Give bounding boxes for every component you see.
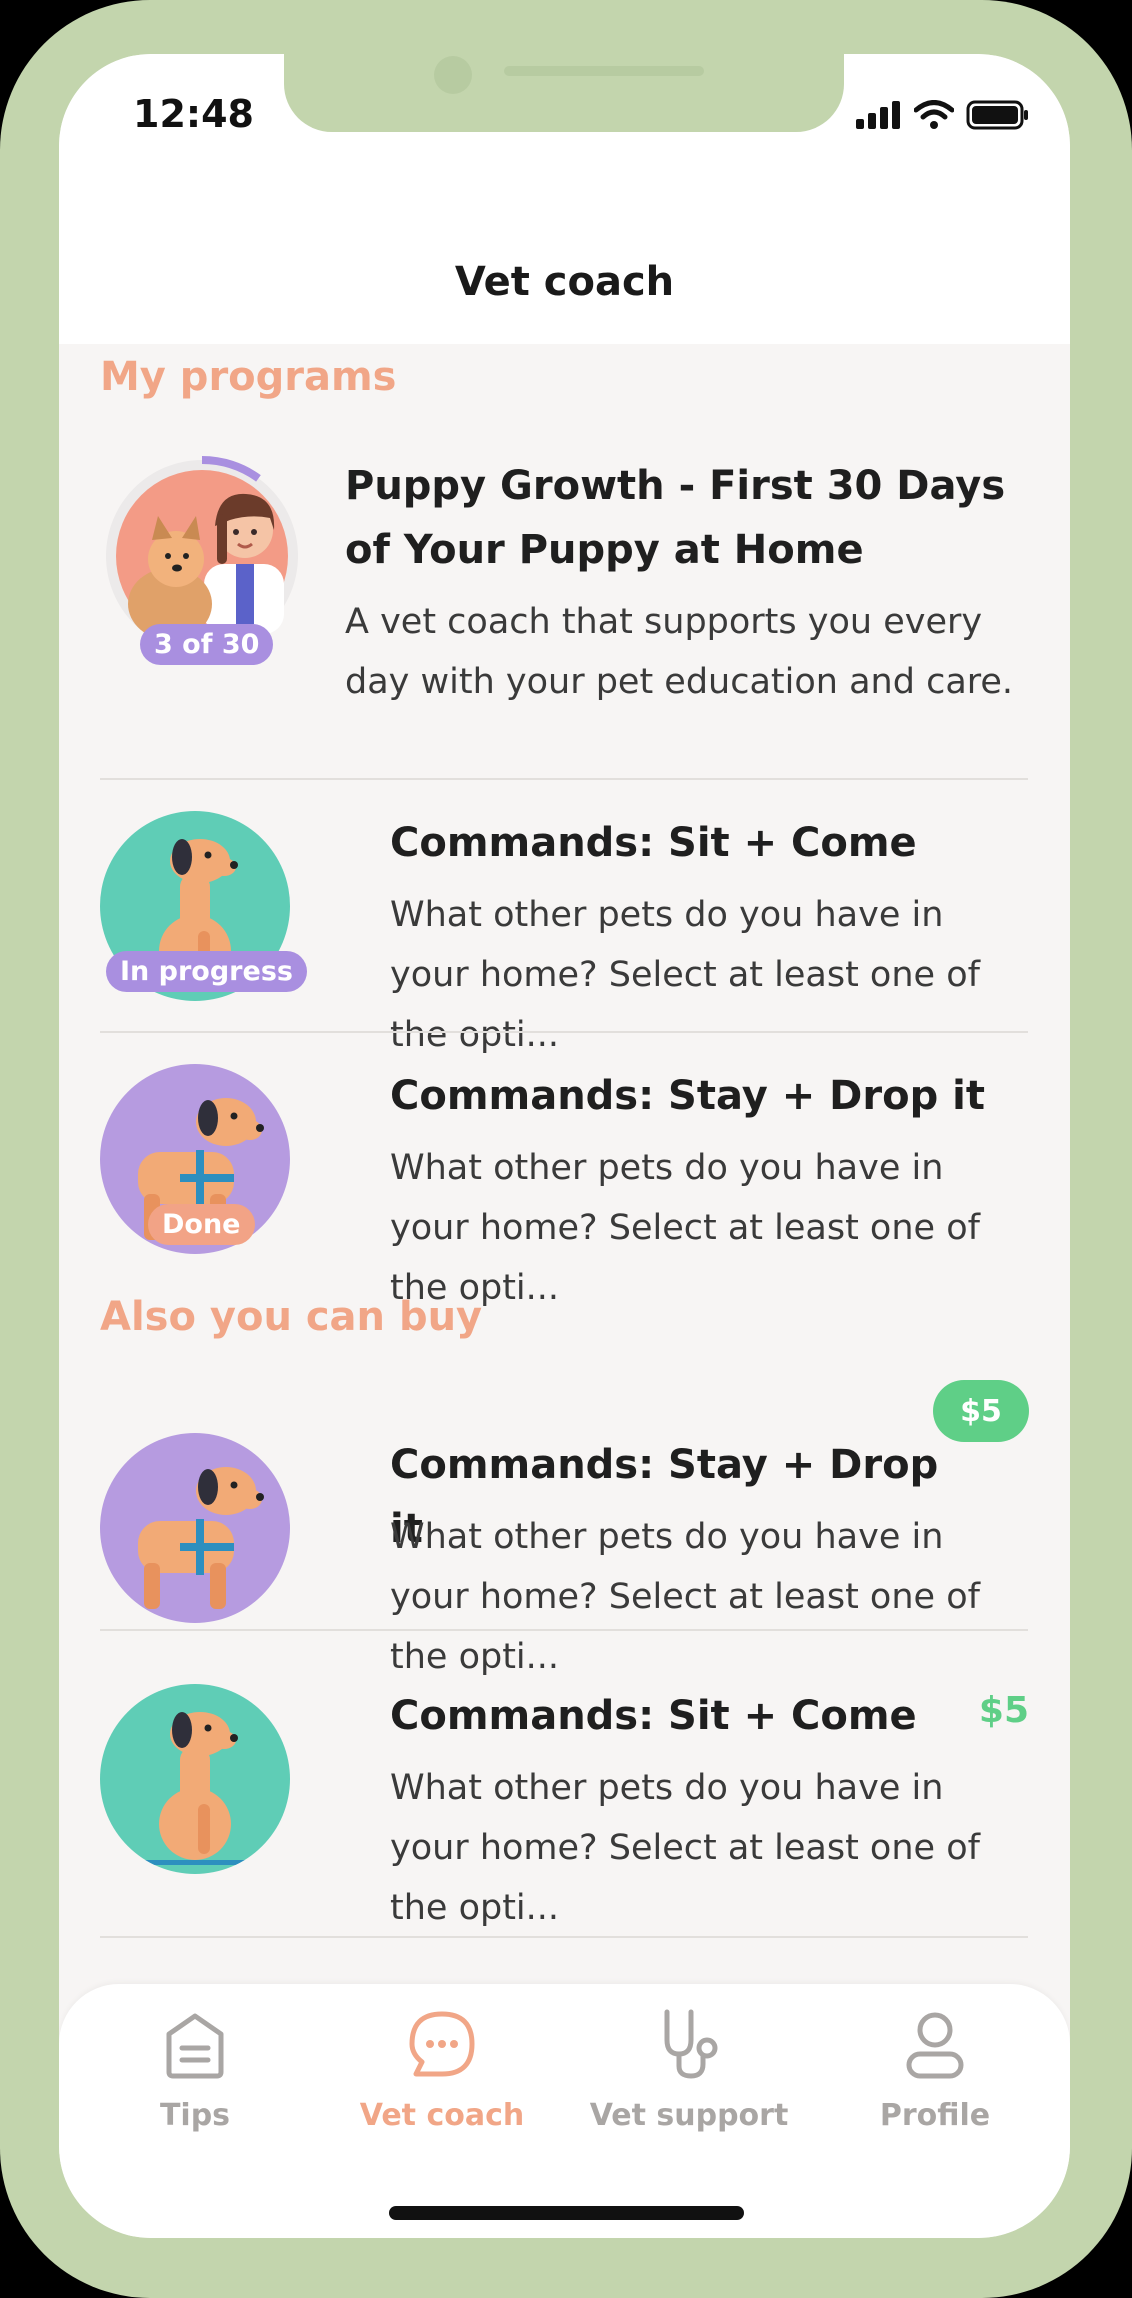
program-title: Commands: Stay + Drop it: [390, 1073, 985, 1119]
phone-screen: 12:48 Vet coach My programs 3 of 30 Pupp…: [59, 54, 1070, 2238]
stethoscope-icon: [664, 2009, 718, 2079]
shop-card-sit-come[interactable]: Commands: Sit + Come What other pets do …: [100, 1684, 1028, 1934]
page-title: Vet coach: [454, 259, 675, 305]
status-time: 12:48: [133, 92, 254, 136]
battery-icon: [966, 100, 1028, 130]
status-icons: [856, 100, 1030, 130]
program-progress-badge: 3 of 30: [140, 624, 274, 665]
price-badge[interactable]: $5: [933, 1380, 1029, 1442]
signal-icon: [856, 101, 900, 129]
program-card-puppy-growth[interactable]: 3 of 30 Puppy Growth - First 30 Days of …: [100, 454, 1028, 774]
divider: [100, 1629, 1028, 1631]
sitting-dog-illustration: [142, 1712, 248, 1865]
program-status-badge: In progress: [106, 951, 307, 992]
shop-avatar: [100, 1433, 290, 1623]
standing-dog-illustration: [138, 1467, 264, 1609]
profile-icon: [906, 2012, 964, 2079]
tips-icon: [166, 2013, 224, 2079]
program-avatar: 3 of 30: [100, 454, 305, 665]
chat-icon: [409, 2011, 475, 2077]
divider: [100, 778, 1028, 780]
program-card-sit-come[interactable]: In progress Commands: Sit + Come What ot…: [100, 811, 1028, 1055]
price-label[interactable]: $5: [979, 1690, 1029, 1731]
tab-profile[interactable]: Profile: [835, 2004, 1035, 2133]
section-title-my-programs: My programs: [100, 354, 397, 400]
tab-label: Vet support: [589, 2098, 789, 2133]
tab-label: Tips: [159, 2098, 231, 2133]
program-description: What other pets do you have in your home…: [390, 895, 980, 1055]
camera: [434, 56, 472, 94]
divider: [100, 1936, 1028, 1938]
program-card-stay-drop[interactable]: Done Commands: Stay + Drop it What other…: [100, 1064, 1028, 1308]
shop-avatar: [100, 1684, 290, 1874]
notch: [284, 54, 844, 132]
home-indicator[interactable]: [389, 2206, 744, 2220]
wifi-icon: [914, 100, 954, 129]
status-bar: 12:48: [59, 54, 1070, 189]
program-description: A vet coach that supports you every day …: [345, 602, 1014, 702]
section-title-also-buy: Also you can buy: [100, 1294, 483, 1340]
tab-label: Vet coach: [359, 2098, 525, 2133]
tab-tips[interactable]: Tips: [95, 2004, 295, 2133]
nav-bar: Vet coach: [59, 189, 1070, 344]
program-status-badge: Done: [148, 1204, 255, 1245]
tab-vet-coach[interactable]: Vet coach: [342, 2004, 542, 2133]
speaker: [504, 66, 704, 76]
divider: [100, 1031, 1028, 1033]
program-description: What other pets do you have in your home…: [390, 1148, 980, 1308]
tab-vet-support[interactable]: Vet support: [589, 2004, 789, 2133]
shop-card-stay-drop[interactable]: Commands: Stay + Drop it What other pets…: [100, 1379, 1028, 1677]
program-title: Commands: Sit + Come: [390, 820, 917, 866]
tab-label: Profile: [879, 2098, 991, 2133]
shop-title: Commands: Sit + Come: [390, 1693, 917, 1739]
shop-description: What other pets do you have in your home…: [390, 1768, 980, 1928]
tab-bar: Tips Vet coach Vet support Profile: [59, 1984, 1070, 2238]
program-title: Puppy Growth - First 30 Days of Your Pup…: [345, 463, 1006, 573]
shop-description: What other pets do you have in your home…: [390, 1517, 980, 1677]
